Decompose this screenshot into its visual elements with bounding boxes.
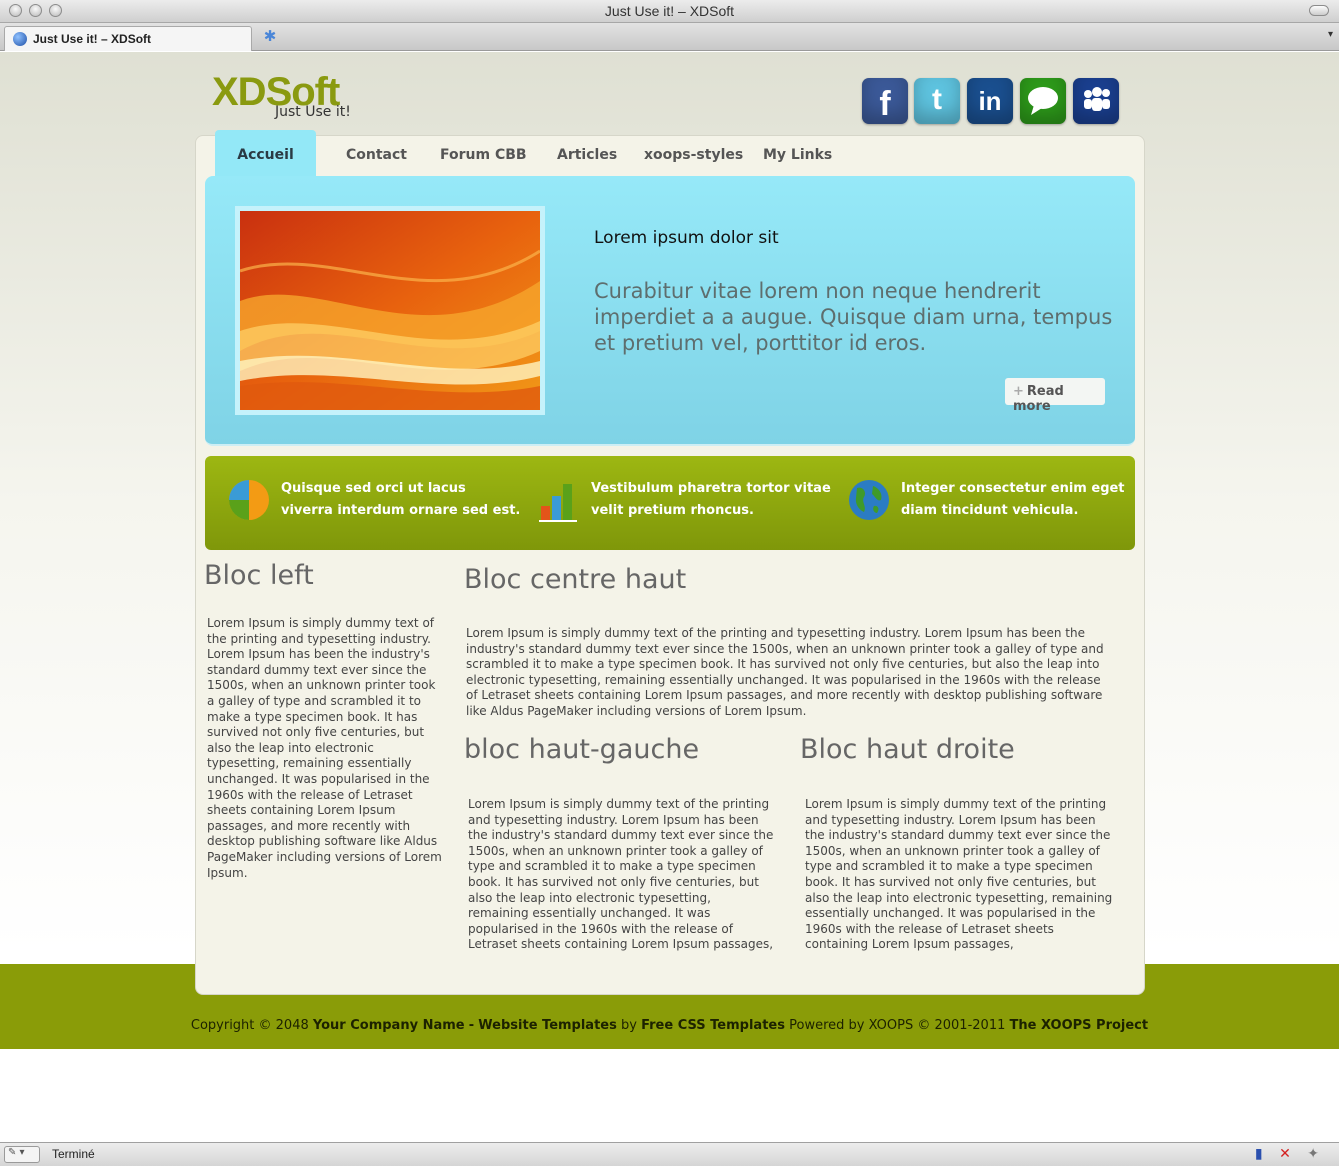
main-nav: Accueil Contact Forum CBB Articles xoops… [196,130,1144,176]
bloc-haut-gauche-text: Lorem Ipsum is simply dummy text of the … [468,797,774,952]
footer-dash: - [468,1018,475,1033]
pie-chart-icon [229,480,269,520]
nav-item-my-links[interactable]: My Links [763,147,832,163]
main-container: Accueil Contact Forum CBB Articles xoops… [195,130,1145,995]
bloc-left-text: Lorem Ipsum is simply dummy text of the … [207,616,442,880]
window-titlebar: Just Use it! – XDSoft [0,0,1339,23]
status-menu-button[interactable]: ✎ ▾ [4,1146,40,1163]
bloc-left-title: Bloc left [204,560,314,591]
footer-by: by [621,1018,637,1033]
myspace-icon[interactable] [1073,78,1119,124]
tab-list-chevron-icon[interactable]: ▾ [1328,29,1333,40]
website-templates-link[interactable]: Website Templates [478,1018,617,1033]
new-tab-icon[interactable]: ✱ [258,27,282,47]
nav-item-contact[interactable]: Contact [346,147,407,163]
feature-text: Vestibulum pharetra tortor vitae velit p… [591,481,831,518]
plus-icon: + [1013,384,1024,399]
status-bar: ✎ ▾ Terminé ▮ ✕ ✦ [0,1142,1339,1166]
hero-slide: Lorem ipsum dolor sit Curabitur vitae lo… [205,176,1135,446]
favicon-icon [13,32,27,46]
status-text: Terminé [52,1147,95,1161]
bar-chart-icon [539,484,577,522]
window-title: Just Use it! – XDSoft [604,3,735,19]
browser-tab-bar: Just Use it! – XDSoft ✱ ▾ [0,23,1339,51]
bloc-haut-droite-title: Bloc haut droite [800,734,1015,765]
footer-copyright: Copyright © 2048 Your Company Name - Web… [0,1018,1339,1033]
read-more-button[interactable]: + Read more [1005,378,1105,414]
feature-text: Integer consectetur enim eget diam tinci… [901,481,1125,518]
chat-icon[interactable] [1020,78,1066,124]
nav-item-forum-cbb[interactable]: Forum CBB [440,147,527,163]
puzzle-icon[interactable]: ✦ [1307,1146,1319,1162]
company-link[interactable]: Your Company Name [313,1018,465,1033]
globe-icon [849,480,889,520]
hero-text: Curabitur vitae lorem non neque hendreri… [594,279,1113,355]
powered-by-text: Powered by XOOPS © 2001-2011 [789,1018,1006,1033]
twitter-icon[interactable]: t [914,78,960,124]
bloc-centre-haut-title: Bloc centre haut [464,564,687,595]
bloc-haut-droite-text: Lorem Ipsum is simply dummy text of the … [805,797,1113,952]
browser-tab-label: Just Use it! – XDSoft [33,32,152,46]
copyright-text: Copyright © 2048 [190,1018,309,1033]
xoops-project-link[interactable]: The XOOPS Project [1010,1018,1149,1033]
hero-title: Lorem ipsum dolor sit [594,228,779,248]
close-x-icon[interactable]: ✕ [1279,1146,1291,1162]
hero-image [235,206,545,415]
bloc-centre-haut-text: Lorem Ipsum is simply dummy text of the … [466,626,1104,718]
linkedin-icon[interactable]: in [967,78,1013,124]
features-bar: Quisque sed orci ut lacus viverra interd… [205,456,1135,550]
nav-item-accueil[interactable]: Accueil [215,130,316,176]
site-tagline: Just Use it! [275,104,351,120]
nav-item-articles[interactable]: Articles [557,147,617,163]
browser-tab[interactable]: Just Use it! – XDSoft [4,26,252,51]
facebook-icon[interactable]: f [862,78,908,124]
feature-text: Quisque sed orci ut lacus viverra interd… [281,481,521,518]
bloc-haut-gauche-title: bloc haut-gauche [464,734,700,765]
toolbar-toggle-button[interactable] [1309,5,1329,16]
flag-fr-icon[interactable]: ▮ [1255,1146,1263,1162]
free-css-templates-link[interactable]: Free CSS Templates [641,1018,785,1033]
status-icons: ▮ ✕ ✦ [1243,1146,1319,1162]
nav-item-xoops-styles[interactable]: xoops-styles [644,147,743,163]
web-page: XDSoft Just Use it! f t in Accueil Conta… [0,52,1339,1142]
